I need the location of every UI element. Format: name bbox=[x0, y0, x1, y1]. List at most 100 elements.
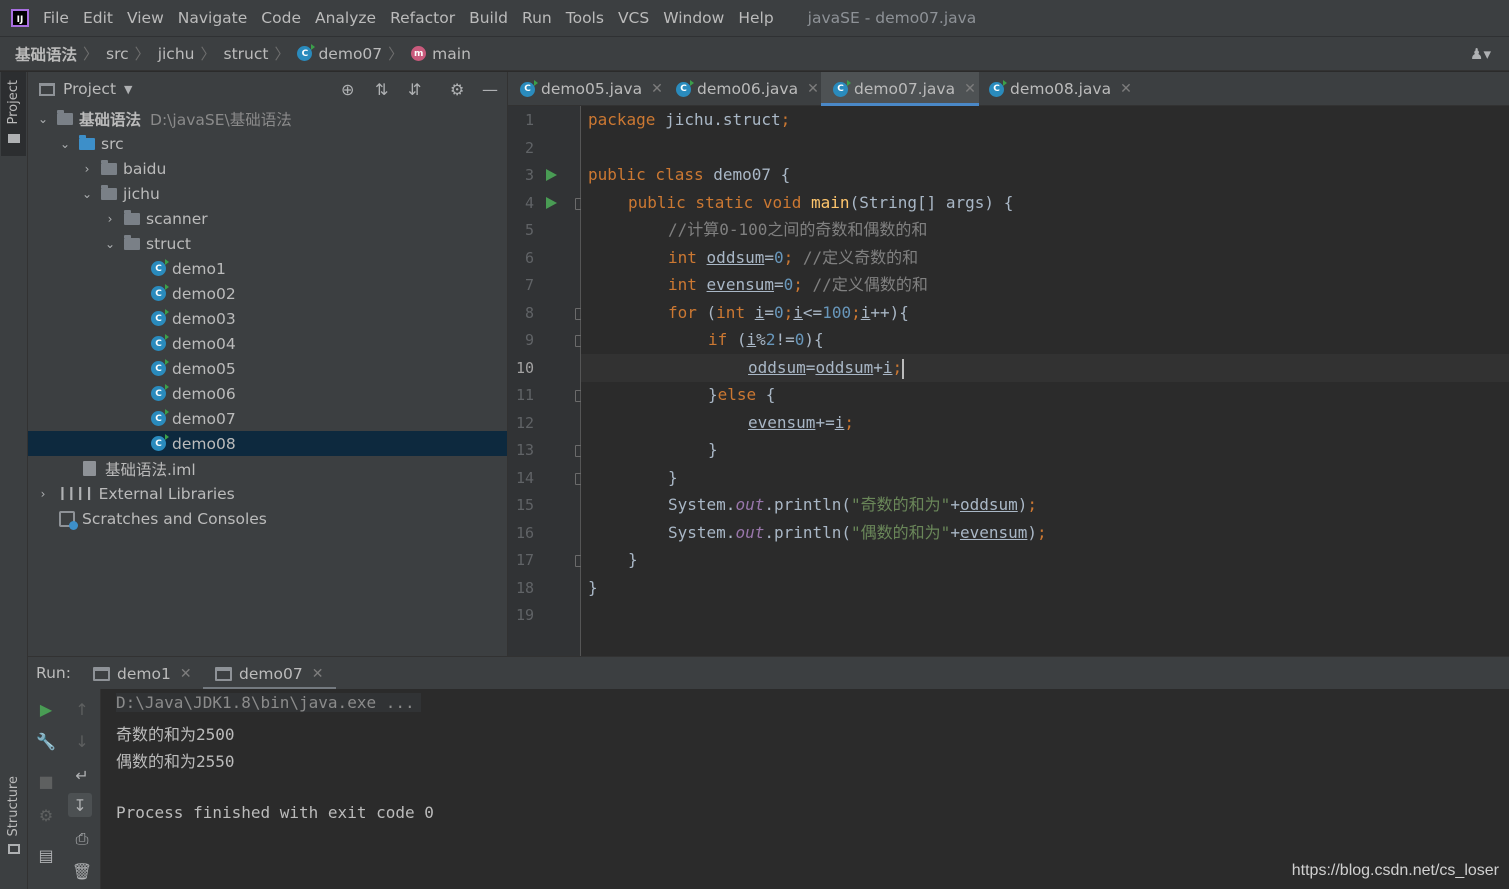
menu-tools[interactable]: Tools bbox=[566, 9, 604, 27]
tree-item-project-root[interactable]: ⌄ 基础语法 D:\javaSE\基础语法 bbox=[28, 106, 507, 131]
console-command-line[interactable]: D:\Java\JDK1.8\bin\java.exe ... bbox=[116, 693, 421, 712]
tree-item-jichu[interactable]: ⌄ jichu bbox=[28, 181, 507, 206]
run-tab-demo1[interactable]: demo1 ✕ bbox=[93, 657, 203, 690]
menu-view[interactable]: View bbox=[127, 9, 164, 27]
locate-file-icon[interactable]: ⊕ bbox=[341, 80, 354, 99]
menu-bar: IJ File Edit View Navigate Code Analyze … bbox=[0, 0, 1509, 36]
close-icon[interactable]: ✕ bbox=[651, 81, 663, 97]
close-icon[interactable]: ✕ bbox=[312, 666, 324, 682]
tab-demo05[interactable]: C demo05.java ✕ bbox=[508, 72, 664, 106]
close-icon[interactable]: ✕ bbox=[964, 81, 976, 97]
editor-gutter: 1 2 3 4 5 6 7 8 9 10 11 12 13 14 15 16 1… bbox=[508, 106, 585, 656]
menu-window[interactable]: Window bbox=[663, 9, 724, 27]
tree-item-demo06[interactable]: C demo06 bbox=[28, 381, 507, 406]
collapse-all-icon[interactable]: ⇵ bbox=[408, 80, 421, 99]
run-tab-label: demo1 bbox=[117, 664, 171, 683]
tree-item-struct[interactable]: ⌄ struct bbox=[28, 231, 507, 256]
run-class-icon[interactable] bbox=[546, 169, 557, 181]
menu-code[interactable]: Code bbox=[261, 9, 301, 27]
menu-vcs[interactable]: VCS bbox=[618, 9, 649, 27]
chevron-right-icon[interactable]: › bbox=[104, 212, 116, 226]
code-line-13: } bbox=[581, 436, 1509, 464]
arrow-down-icon[interactable]: ↓ bbox=[70, 729, 94, 753]
number: 2 bbox=[765, 330, 776, 349]
menu-navigate[interactable]: Navigate bbox=[178, 9, 248, 27]
run-tab-label: demo07 bbox=[239, 664, 303, 683]
tree-item-demo04[interactable]: C demo04 bbox=[28, 331, 507, 356]
java-class-icon: C bbox=[151, 434, 169, 451]
module-file-icon bbox=[83, 461, 96, 476]
user-account-icon[interactable]: ♟▾ bbox=[1470, 45, 1491, 63]
chevron-down-icon[interactable]: ⌄ bbox=[37, 112, 49, 126]
menu-edit[interactable]: Edit bbox=[83, 9, 113, 27]
breadcrumb-item-src[interactable]: src bbox=[106, 45, 129, 63]
tree-item-demo05[interactable]: C demo05 bbox=[28, 356, 507, 381]
project-view-selector[interactable]: Project bbox=[63, 80, 116, 98]
menu-analyze[interactable]: Analyze bbox=[315, 9, 376, 27]
menu-run[interactable]: Run bbox=[522, 9, 552, 27]
soft-wrap-icon[interactable]: ↵ bbox=[70, 763, 94, 787]
chevron-down-icon[interactable]: ⌄ bbox=[81, 187, 93, 201]
scroll-to-end-icon[interactable]: ↧ bbox=[68, 793, 92, 817]
menu-refactor[interactable]: Refactor bbox=[390, 9, 455, 27]
menu-file[interactable]: File bbox=[43, 9, 69, 27]
print-icon[interactable]: ⎙ bbox=[70, 827, 94, 851]
code-line-16: System.out.println("偶数的和为"+evensum); bbox=[581, 519, 1509, 547]
tree-item-demo07[interactable]: C demo07 bbox=[28, 406, 507, 431]
breadcrumb-item-project[interactable]: 基础语法 bbox=[15, 43, 77, 65]
chevron-down-icon[interactable]: ⌄ bbox=[59, 137, 71, 151]
menu-help[interactable]: Help bbox=[738, 9, 773, 27]
close-icon[interactable]: ✕ bbox=[807, 81, 819, 97]
breadcrumb-item-method[interactable]: m main bbox=[411, 45, 471, 63]
tree-item-demo08[interactable]: C demo08 bbox=[28, 431, 507, 456]
structure-tool-button[interactable]: Structure bbox=[1, 772, 26, 862]
rerun-icon[interactable]: ▶ bbox=[34, 697, 58, 721]
tree-item-demo03[interactable]: C demo03 bbox=[28, 306, 507, 331]
paren: ( bbox=[696, 303, 717, 322]
operator: = bbox=[805, 358, 816, 377]
class-declaration: demo07 { bbox=[703, 165, 791, 184]
hide-panel-icon[interactable]: — bbox=[482, 80, 498, 99]
operator: + bbox=[950, 495, 960, 514]
semicolon: ; bbox=[844, 413, 854, 432]
arrow-up-icon[interactable]: ↑ bbox=[70, 697, 94, 721]
package-icon bbox=[101, 184, 117, 200]
layout-icon[interactable]: ▤ bbox=[34, 843, 58, 867]
tree-item-baidu[interactable]: › baidu bbox=[28, 156, 507, 181]
structure-tool-label: Structure bbox=[6, 776, 21, 837]
console-output[interactable]: D:\Java\JDK1.8\bin\java.exe ... 奇数的和为250… bbox=[101, 689, 1509, 889]
java-class-icon: C bbox=[151, 284, 169, 301]
tree-item-scratches[interactable]: Scratches and Consoles bbox=[28, 506, 507, 531]
tree-item-external-libraries[interactable]: › ❙❙❙❙ External Libraries bbox=[28, 481, 507, 506]
run-tab-demo07[interactable]: demo07 ✕ bbox=[203, 657, 336, 690]
project-tool-button[interactable]: Project bbox=[1, 72, 26, 156]
tab-demo06[interactable]: C demo06.java ✕ bbox=[664, 72, 820, 106]
gear-icon[interactable]: ⚙ bbox=[34, 803, 58, 827]
tree-item-demo02[interactable]: C demo02 bbox=[28, 281, 507, 306]
close-icon[interactable]: ✕ bbox=[1120, 81, 1132, 97]
wrench-icon[interactable]: 🔧 bbox=[34, 729, 58, 753]
tab-demo08[interactable]: C demo08.java ✕ bbox=[977, 72, 1137, 106]
code-editor[interactable]: package jichu.struct; public class demo0… bbox=[581, 106, 1509, 656]
chevron-down-icon[interactable]: ▼ bbox=[124, 83, 132, 96]
breadcrumb-item-struct[interactable]: struct bbox=[224, 45, 269, 63]
chevron-right-icon[interactable]: › bbox=[37, 487, 49, 501]
stop-icon[interactable]: ■ bbox=[34, 769, 58, 793]
chevron-down-icon[interactable]: ⌄ bbox=[104, 237, 116, 251]
close-icon[interactable]: ✕ bbox=[180, 666, 192, 682]
gear-icon[interactable]: ⚙ bbox=[450, 80, 464, 99]
expand-all-icon[interactable]: ⇅ bbox=[375, 80, 388, 99]
tree-item-src[interactable]: ⌄ src bbox=[28, 131, 507, 156]
chevron-right-icon[interactable]: › bbox=[81, 162, 93, 176]
tree-item-scanner[interactable]: › scanner bbox=[28, 206, 507, 231]
breadcrumb-item-jichu[interactable]: jichu bbox=[158, 45, 195, 63]
source-folder-icon bbox=[79, 134, 95, 150]
tab-demo07[interactable]: C demo07.java ✕ bbox=[821, 72, 979, 106]
menu-build[interactable]: Build bbox=[469, 9, 508, 27]
run-main-icon[interactable] bbox=[546, 197, 557, 209]
tree-item-demo1[interactable]: C demo1 bbox=[28, 256, 507, 281]
folder-icon bbox=[8, 134, 20, 143]
tree-item-iml-file[interactable]: 基础语法.iml bbox=[28, 456, 507, 481]
trash-icon[interactable]: 🗑 bbox=[70, 859, 94, 883]
breadcrumb-item-class[interactable]: Cdemo07 bbox=[297, 44, 382, 63]
